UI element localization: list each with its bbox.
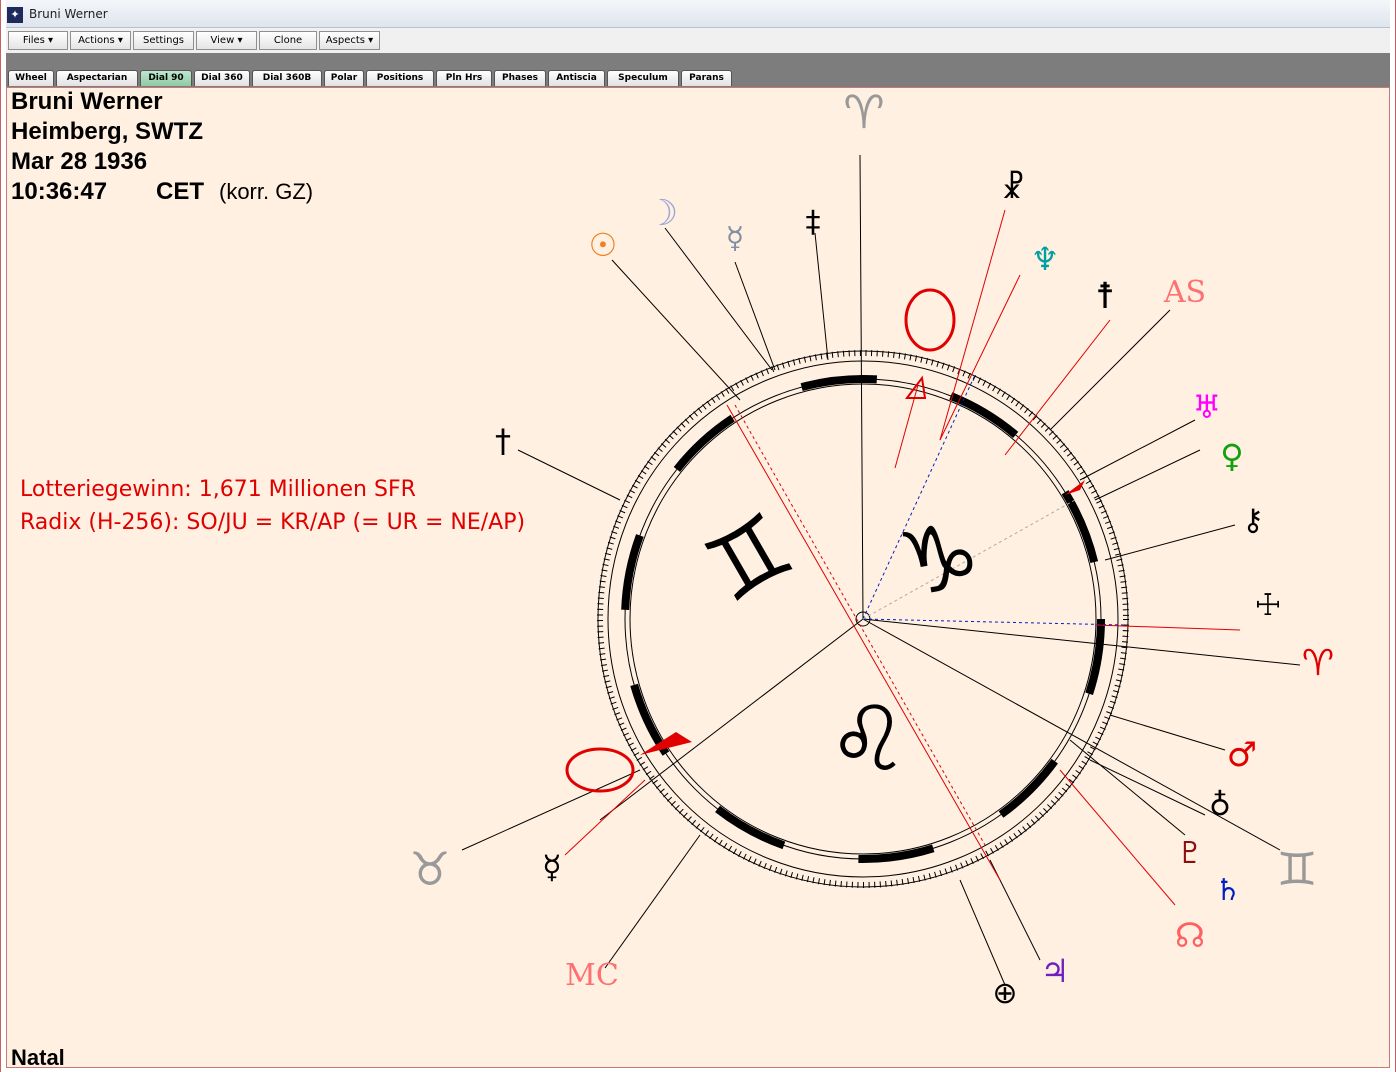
vulkanus-icon[interactable]: ☿ <box>542 848 562 886</box>
poseidon-icon[interactable]: ⊕ <box>992 976 1017 1011</box>
kronos-icon[interactable]: ☧ <box>1001 170 1025 206</box>
mars-icon[interactable]: ♂ <box>1227 735 1257 775</box>
gemini-center-sign: ♊ <box>689 493 811 624</box>
window-right-border <box>1390 0 1396 1072</box>
window-left-border <box>0 0 6 1072</box>
chiron-icon[interactable]: ⚷ <box>1242 503 1264 538</box>
hades-icon[interactable]: ‡ <box>806 205 821 240</box>
aries-right-icon: ♈ <box>1302 643 1334 684</box>
pluto-icon[interactable]: ♇ <box>1177 836 1204 871</box>
apollon-icon[interactable]: ☨ <box>1095 276 1115 317</box>
marked-midpoint-left <box>565 747 635 793</box>
neptune-icon[interactable]: ♆ <box>1031 240 1060 278</box>
jupiter-icon[interactable]: ♃ <box>1041 952 1070 990</box>
moon-icon[interactable]: ☽ <box>646 193 678 234</box>
dial-chart[interactable]: ♊ ♑ ♌ ♈ ♈ ♊ ♉ ☉ ☽ ☿ ♀ ♂ ♃ ♄ ♅ ♆ ♇ ☊ ⚷ † … <box>0 0 1396 1072</box>
node-icon[interactable]: ☊ <box>1175 916 1205 956</box>
taurus-left-icon: ♉ <box>409 842 450 896</box>
pointer-arrow-top <box>905 375 927 399</box>
leo-center-sign: ♌ <box>828 687 909 792</box>
ascendant-label[interactable]: AS <box>1163 275 1206 310</box>
zeus-icon[interactable]: ♁ <box>1209 788 1231 823</box>
capricorn-center-sign: ♑ <box>891 501 989 618</box>
mercury-icon[interactable]: ☿ <box>726 221 744 256</box>
admetos-icon[interactable]: ☩ <box>1255 588 1282 623</box>
venus-icon[interactable]: ♀ <box>1220 437 1243 475</box>
uranus-icon[interactable]: ♅ <box>1193 388 1222 426</box>
saturn-icon[interactable]: ♄ <box>1215 873 1242 908</box>
cupido-icon[interactable]: † <box>495 422 511 460</box>
marked-midpoint-top <box>904 288 956 352</box>
midheaven-label[interactable]: MC <box>565 958 619 993</box>
gemini-right-icon: ♊ <box>1276 842 1317 896</box>
sun-icon[interactable]: ☉ <box>589 226 618 264</box>
aries-top-icon: ♈ <box>843 85 884 139</box>
